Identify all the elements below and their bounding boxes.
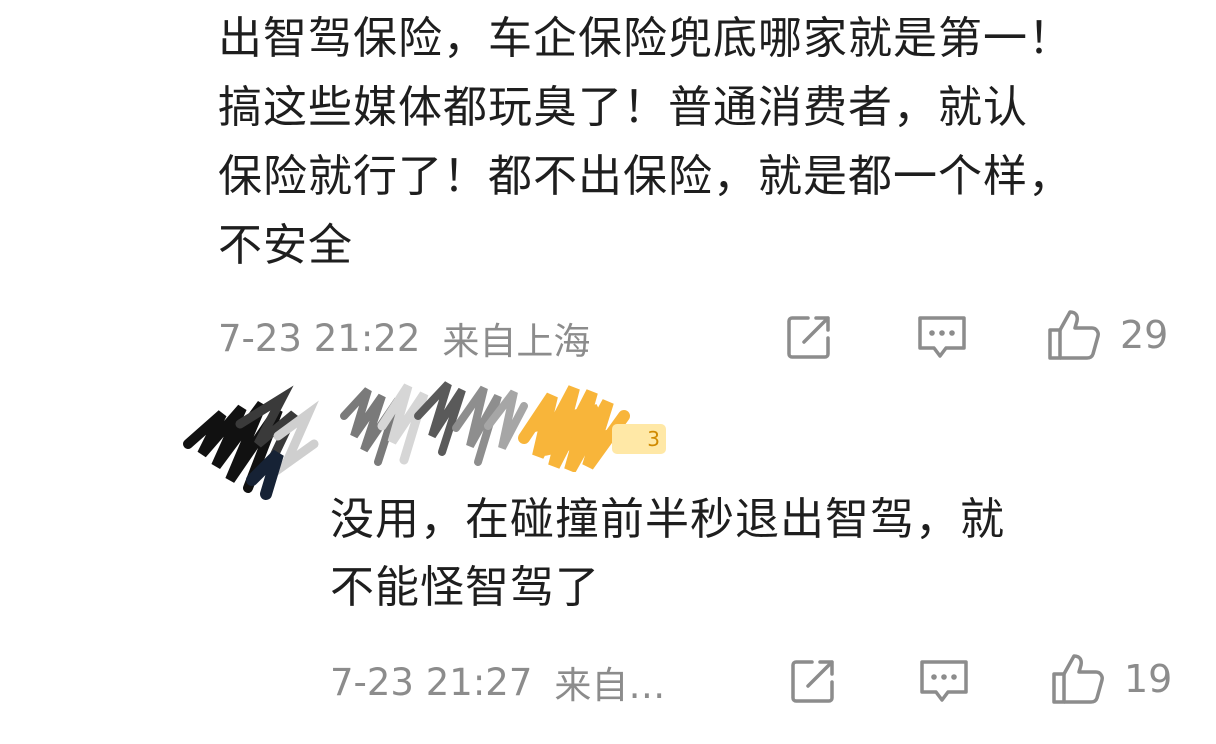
comment-line: 不安全 [218, 220, 353, 271]
like-icon [1052, 654, 1104, 704]
comment-icon [920, 660, 968, 702]
comment-line: 搞这些媒体都玩臭了！普通消费者，就认 [218, 82, 1028, 133]
comment-thread: 出智驾保险，车企保险兜底哪家就是第一！ 搞这些媒体都玩臭了！普通消费者，就认 保… [0, 0, 1216, 744]
reply-button[interactable] [918, 658, 970, 704]
reply-time: 7-23 21:27 [330, 660, 533, 704]
like-count: 29 [1120, 313, 1169, 357]
comment-body: 出智驾保险，车企保险兜底哪家就是第一！ 搞这些媒体都玩臭了！普通消费者，就认 保… [218, 4, 1178, 280]
reply-line: 不能怪智驾了 [330, 562, 600, 613]
like-icon [1048, 310, 1100, 360]
reply-body: 没用，在碰撞前半秒退出智驾，就 不能怪智驾了 [330, 486, 1170, 622]
share-button[interactable] [784, 312, 834, 362]
user-level-badge: 3 [612, 424, 666, 454]
avatar[interactable] [182, 384, 320, 502]
comment-location: 来自上海 [442, 320, 591, 363]
share-button[interactable] [788, 656, 838, 706]
reply-button[interactable] [916, 314, 968, 360]
share-icon [787, 316, 830, 359]
comment-time: 7-23 21:22 [218, 316, 421, 360]
share-icon [791, 660, 834, 703]
username[interactable] [338, 376, 638, 473]
comment-icon [918, 316, 966, 358]
comment-meta: 7-23 21:22 来自上海 [218, 308, 590, 368]
comment-line: 出智驾保险，车企保险兜底哪家就是第一！ [218, 13, 1073, 64]
like-button[interactable]: 19 [1050, 652, 1172, 706]
like-count: 19 [1124, 657, 1173, 701]
reply-meta: 7-23 21:27 来自… [330, 652, 665, 712]
reply-line: 没用，在碰撞前半秒退出智驾，就 [330, 494, 1005, 545]
reply-location: 来自… [554, 664, 666, 707]
comment-line: 保险就行了！都不出保险，就是都一个样， [218, 151, 1073, 202]
like-button[interactable]: 29 [1046, 308, 1168, 362]
